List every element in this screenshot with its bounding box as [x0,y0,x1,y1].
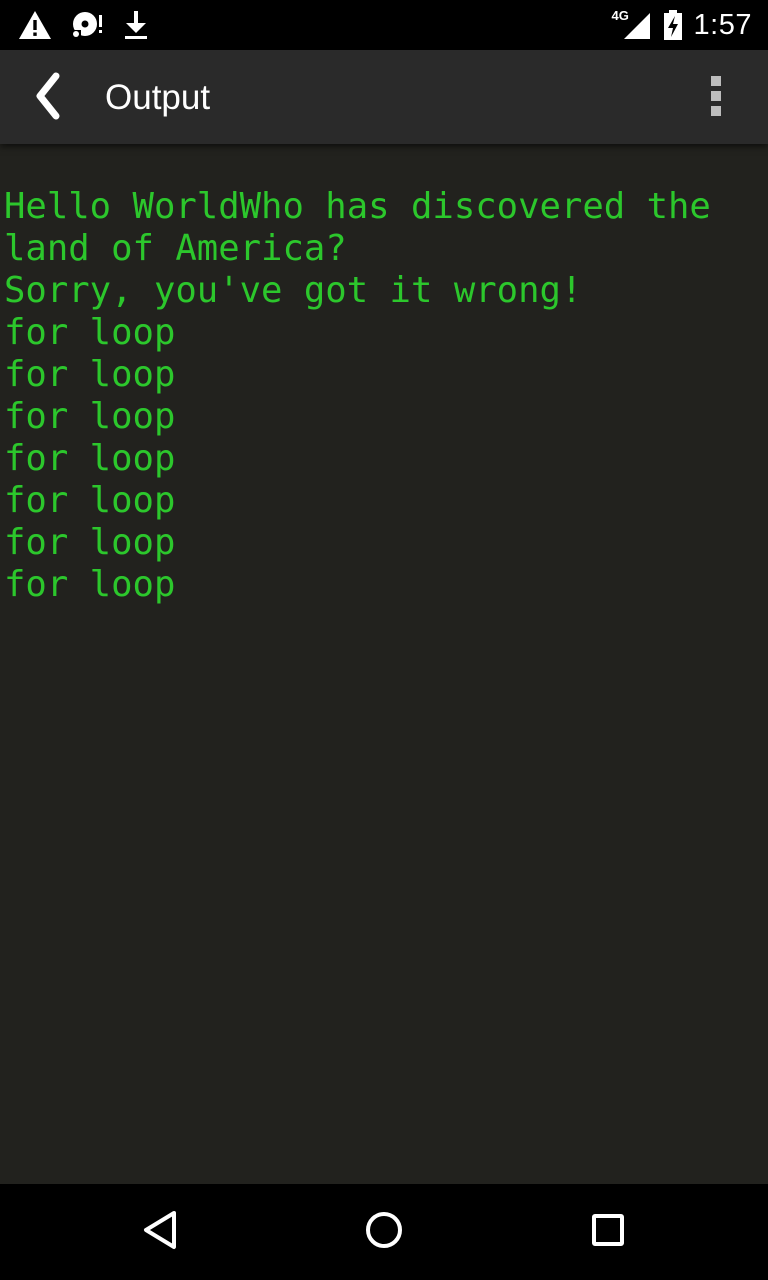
overflow-menu-icon [709,75,723,122]
back-triangle-icon [140,1209,180,1256]
navigation-bar [0,1184,768,1280]
nav-back-button[interactable] [136,1208,184,1256]
system-icons: 4G 1:57 [612,8,752,42]
status-bar: 4G 1:57 [0,0,768,50]
download-icon [122,9,150,41]
overflow-menu-button[interactable] [694,72,738,124]
app-bar: Output [0,50,768,144]
nav-recents-button[interactable] [584,1208,632,1256]
signal-icon: 4G [612,8,652,41]
console-output-text: Hello WorldWho has discovered the land o… [4,186,711,605]
back-button[interactable] [18,68,78,128]
battery-charging-icon [662,9,684,41]
notification-icons [18,8,150,42]
home-circle-icon [364,1210,404,1255]
status-time: 1:57 [693,8,752,41]
nav-home-button[interactable] [360,1208,408,1256]
recents-square-icon [590,1212,626,1253]
sd-card-icon [70,10,104,40]
console-output-area[interactable]: Hello WorldWho has discovered the land o… [0,144,768,1184]
back-chevron-icon [30,72,66,125]
warning-icon [18,10,52,40]
page-title: Output [105,78,211,117]
